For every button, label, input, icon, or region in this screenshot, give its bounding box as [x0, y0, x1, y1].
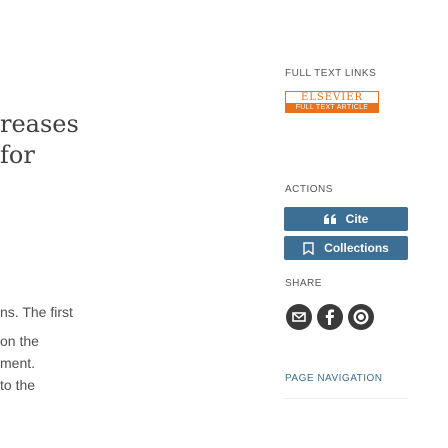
full-text-links-label: FULL TEXT LINKS: [285, 68, 377, 79]
article-heading-fragment: for: [0, 141, 35, 169]
cite-button[interactable]: Cite: [284, 207, 408, 231]
article-body-line: on the: [0, 333, 39, 349]
facebook-share-button[interactable]: [317, 304, 343, 330]
article-heading-fragment: reases: [0, 110, 79, 138]
cite-label: Cite: [345, 212, 369, 226]
elsevier-full-text-link[interactable]: ELSEVIER FULL TEXT ARTICLE: [285, 91, 379, 113]
email-share-button[interactable]: [286, 304, 312, 330]
divider: [284, 398, 408, 399]
share-label: SHARE: [285, 278, 322, 289]
full-text-article-caption: FULL TEXT ARTICLE: [286, 103, 378, 113]
reddit-share-button[interactable]: [348, 304, 374, 330]
elsevier-logo-text: ELSEVIER: [300, 92, 364, 103]
article-body-line: ment.: [0, 355, 36, 371]
article-body-line: ns. The first: [0, 304, 73, 320]
collections-label: Collections: [324, 241, 389, 255]
quote-icon: [323, 214, 336, 224]
article-body-line: to the: [0, 377, 36, 393]
page-navigation-label: PAGE NAVIGATION: [285, 373, 383, 384]
collections-button[interactable]: Collections: [284, 236, 408, 260]
bookmark-icon: [303, 241, 314, 255]
actions-label: ACTIONS: [285, 184, 333, 195]
